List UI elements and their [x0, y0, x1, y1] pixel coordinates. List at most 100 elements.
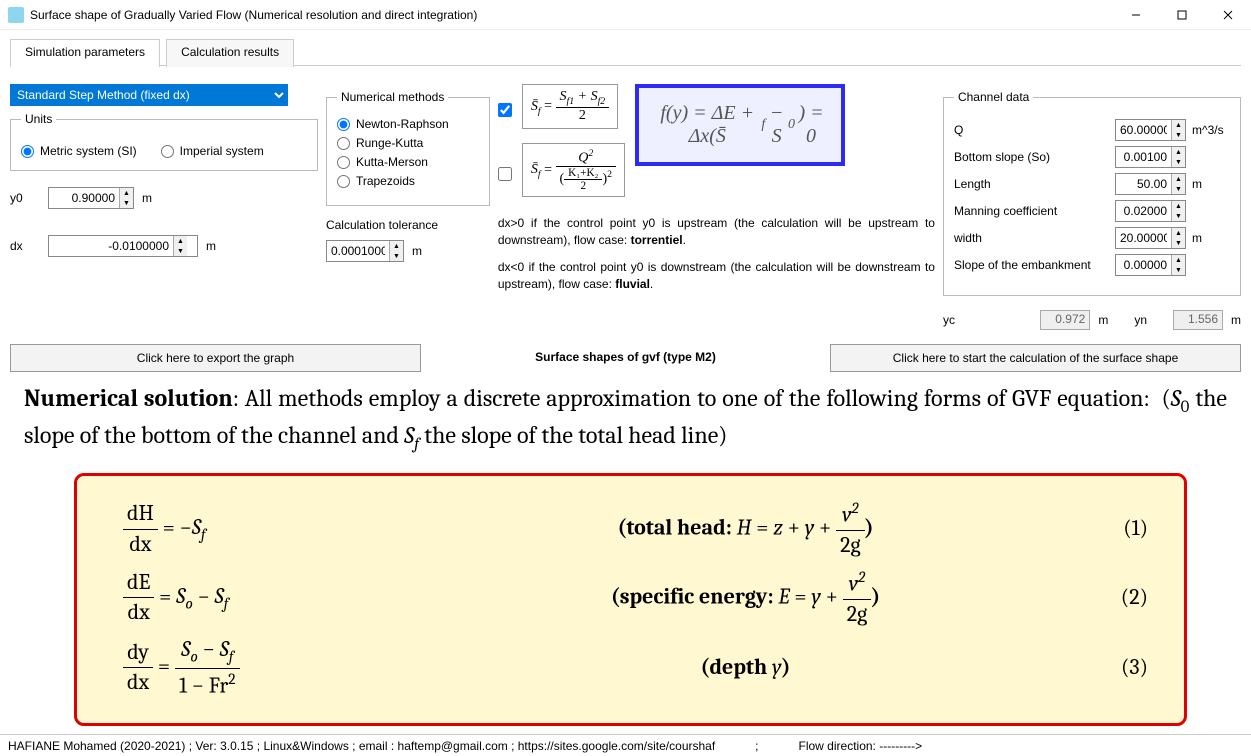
so-field[interactable]	[1116, 147, 1171, 167]
q-up[interactable]: ▲	[1172, 120, 1185, 130]
mann-field[interactable]	[1116, 201, 1171, 221]
export-graph-button[interactable]: Click here to export the graph	[10, 344, 421, 372]
yn-unit: m	[1231, 313, 1241, 327]
so-label: Bottom slope (So)	[954, 150, 1050, 164]
function-equation: f(y) = ΔE + Δx(S̄f − S0) = 0	[635, 84, 845, 166]
method-select[interactable]: Standard Step Method (fixed dx)	[10, 84, 288, 106]
units-legend: Units	[21, 112, 56, 126]
y0-up[interactable]: ▲	[120, 188, 133, 198]
mann-up[interactable]: ▲	[1172, 201, 1185, 211]
y0-field[interactable]	[49, 188, 119, 208]
y0-down[interactable]: ▼	[120, 198, 133, 208]
emb-field[interactable]	[1116, 255, 1171, 275]
equation-1: dHdx = −Sf (total head: H = z + y + v22g…	[123, 498, 1148, 561]
dx-label: dx	[10, 239, 40, 253]
radio-merson[interactable]: Kutta-Merson	[337, 155, 479, 169]
minimize-button[interactable]	[1113, 0, 1159, 30]
check-formula1[interactable]	[498, 103, 512, 117]
num-methods-legend: Numerical methods	[337, 90, 448, 104]
q-down[interactable]: ▼	[1172, 130, 1185, 140]
radio-trap-input[interactable]	[337, 175, 350, 188]
yc-value: 0.972	[1040, 310, 1090, 330]
start-calculation-button[interactable]: Click here to start the calculation of t…	[830, 344, 1241, 372]
note-dx-negative: dx<0 if the control point y0 is downstre…	[498, 259, 935, 293]
radio-trap-label: Trapezoids	[356, 174, 415, 188]
equations-box: dHdx = −Sf (total head: H = z + y + v22g…	[74, 473, 1187, 726]
w-unit: m	[1192, 231, 1230, 245]
intro-text: Numerical solution: All methods employ a…	[24, 382, 1227, 457]
channel-data-group: Channel data Q▲▼m^3/s Bottom slope (So)▲…	[943, 90, 1241, 296]
numerical-solution-panel: Numerical solution: All methods employ a…	[10, 376, 1241, 732]
len-label: Length	[954, 177, 991, 191]
radio-runge-label: Runge-Kutta	[356, 136, 423, 150]
equation-3: dydx = So − Sf1 − Fr2 (depth y) (3)	[123, 635, 1148, 700]
radio-metric-label: Metric system (SI)	[40, 144, 137, 158]
status-flow-direction: Flow direction: --------->	[799, 739, 923, 753]
dx-input[interactable]: ▲▼	[48, 235, 198, 257]
status-sep: ;	[755, 739, 758, 753]
radio-metric[interactable]: Metric system (SI)	[21, 144, 137, 158]
equation-2: dEdx = So − Sf (specific energy: E = y +…	[123, 567, 1148, 630]
dx-up[interactable]: ▲	[174, 236, 187, 246]
len-field[interactable]	[1116, 174, 1171, 194]
tab-simulation-parameters[interactable]: Simulation parameters	[10, 39, 160, 67]
units-group: Units Metric system (SI) Imperial system	[10, 112, 318, 171]
so-down[interactable]: ▼	[1172, 157, 1185, 167]
radio-newton-label: Newton-Raphson	[356, 117, 449, 131]
mann-label: Manning coefficient	[954, 204, 1057, 218]
q-input[interactable]: ▲▼	[1115, 119, 1186, 141]
check-formula2[interactable]	[498, 167, 512, 181]
radio-newton-input[interactable]	[337, 118, 350, 131]
numerical-methods-group: Numerical methods Newton-Raphson Runge-K…	[326, 90, 490, 206]
window-controls	[1113, 0, 1251, 30]
titlebar: Surface shape of Gradually Varied Flow (…	[0, 0, 1251, 30]
q-unit: m^3/s	[1192, 123, 1230, 137]
mann-input[interactable]: ▲▼	[1115, 200, 1186, 222]
radio-runge[interactable]: Runge-Kutta	[337, 136, 479, 150]
yn-label: yn	[1134, 313, 1147, 327]
note-dx-positive: dx>0 if the control point y0 is upstream…	[498, 215, 935, 249]
tol-up[interactable]: ▲	[390, 241, 403, 251]
w-field[interactable]	[1116, 228, 1171, 248]
emb-label: Slope of the embankment	[954, 258, 1091, 272]
radio-trap[interactable]: Trapezoids	[337, 174, 479, 188]
tol-down[interactable]: ▼	[390, 251, 403, 261]
w-up[interactable]: ▲	[1172, 228, 1185, 238]
formula-sf-avg: S̄f = Sf1 + Sf22	[522, 84, 618, 129]
emb-down[interactable]: ▼	[1172, 265, 1185, 275]
emb-input[interactable]: ▲▼	[1115, 254, 1186, 276]
y0-label: y0	[10, 191, 40, 205]
maximize-button[interactable]	[1159, 0, 1205, 30]
status-bar: HAFIANE Mohamed (2020-2021) ; Ver: 3.0.1…	[0, 734, 1251, 756]
dx-unit: m	[206, 239, 216, 253]
yn-value: 1.556	[1173, 310, 1223, 330]
w-label: width	[954, 231, 982, 245]
mann-down[interactable]: ▼	[1172, 211, 1185, 221]
tol-input[interactable]: ▲▼	[326, 240, 404, 262]
len-input[interactable]: ▲▼	[1115, 173, 1186, 195]
w-input[interactable]: ▲▼	[1115, 227, 1186, 249]
tab-calculation-results[interactable]: Calculation results	[166, 39, 294, 67]
tol-label: Calculation tolerance	[326, 218, 438, 232]
so-input[interactable]: ▲▼	[1115, 146, 1186, 168]
radio-metric-input[interactable]	[21, 145, 34, 158]
radio-runge-input[interactable]	[337, 137, 350, 150]
close-button[interactable]	[1205, 0, 1251, 30]
len-down[interactable]: ▼	[1172, 184, 1185, 194]
radio-merson-input[interactable]	[337, 156, 350, 169]
q-label: Q	[954, 123, 963, 137]
len-up[interactable]: ▲	[1172, 174, 1185, 184]
radio-imperial-input[interactable]	[161, 145, 174, 158]
w-down[interactable]: ▼	[1172, 238, 1185, 248]
dx-down[interactable]: ▼	[174, 246, 187, 256]
tol-field[interactable]	[327, 241, 389, 261]
radio-newton[interactable]: Newton-Raphson	[337, 117, 479, 131]
q-field[interactable]	[1116, 120, 1171, 140]
emb-up[interactable]: ▲	[1172, 255, 1185, 265]
y0-unit: m	[142, 191, 152, 205]
so-up[interactable]: ▲	[1172, 147, 1185, 157]
y0-input[interactable]: ▲▼	[48, 187, 134, 209]
yc-label: yc	[943, 313, 955, 327]
radio-imperial[interactable]: Imperial system	[161, 144, 264, 158]
dx-field[interactable]	[49, 236, 173, 256]
